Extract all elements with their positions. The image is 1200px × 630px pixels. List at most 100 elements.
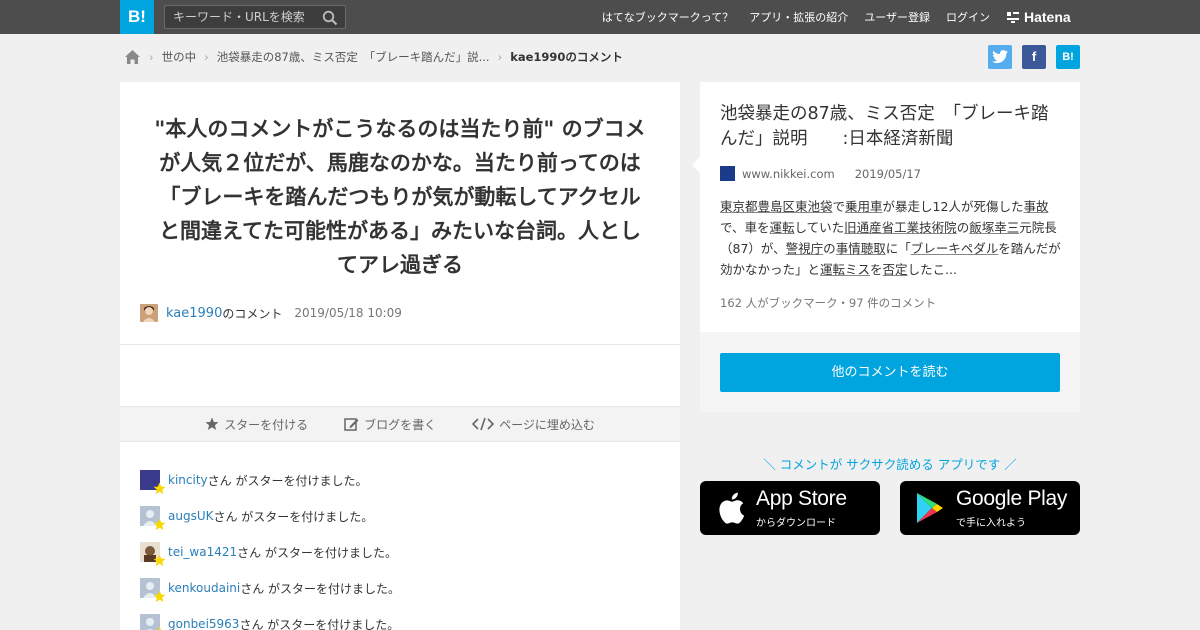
home-icon[interactable] [124, 49, 141, 65]
app-store-badge[interactable]: App Store からダウンロード [700, 481, 880, 535]
star-icon [205, 417, 219, 430]
nav-register[interactable]: ユーザー登録 [864, 9, 930, 25]
breadcrumb-entry[interactable]: 池袋暴走の87歳、ミス否定 「ブレーキ踏んだ」説... [217, 49, 490, 65]
card-pointer [692, 156, 701, 174]
star-user-link[interactable]: kenkoudaini [168, 581, 240, 595]
write-blog-label: ブログを書く [364, 417, 437, 432]
nav-login[interactable]: ログイン [946, 9, 990, 25]
share-buttons: f B! [988, 45, 1080, 69]
keyword-link[interactable]: 警視庁 [786, 241, 824, 256]
chevron-right-icon: › [149, 50, 154, 64]
search-input[interactable] [173, 9, 318, 25]
hatebu-logo[interactable]: B! [120, 0, 154, 34]
star-icon [153, 590, 166, 603]
add-star-label: スターを付ける [224, 417, 309, 432]
summary-text: の [956, 220, 970, 235]
star-row: tei_wa1421 さん がスターを付けました。 [140, 534, 660, 570]
twitter-share-button[interactable] [988, 45, 1012, 69]
facebook-share-button[interactable]: f [1022, 45, 1046, 69]
keyword-link[interactable]: 運転 [770, 220, 795, 235]
write-blog-button[interactable]: ブログを書く [344, 416, 436, 433]
entry-title[interactable]: 池袋暴走の87歳、ミス否定 「ブレーキ踏んだ」説明 :日本経済新聞 [720, 102, 1065, 152]
breadcrumb: › 世の中 › 池袋暴走の87歳、ミス否定 「ブレーキ踏んだ」説... › ka… [124, 46, 623, 68]
keyword-link[interactable]: 乗用車 [845, 199, 883, 214]
keyword-link[interactable]: ブレーキペダル [911, 241, 999, 256]
app-store-title: App Store [756, 487, 847, 510]
star-user-avatar[interactable] [140, 614, 161, 630]
top-bar: B! はてなブックマークって？ アプリ・拡張の紹介 ユーザー登録 ログイン Ha… [0, 0, 1200, 34]
add-star-button[interactable]: スターを付ける [205, 416, 308, 433]
star-user-avatar[interactable] [140, 578, 166, 603]
google-play-title: Google Play [956, 487, 1068, 510]
comment-user-suffix: のコメント [222, 306, 283, 321]
hatena-mark-icon [1007, 12, 1019, 23]
comment-user-link[interactable]: kae1990 [166, 306, 222, 321]
star-user-link[interactable]: tei_wa1421 [168, 545, 237, 559]
hatebu-share-button[interactable]: B! [1056, 45, 1080, 69]
comment-date[interactable]: 2019/05/18 10:09 [294, 306, 402, 320]
summary-text: の [823, 241, 836, 256]
entry-site: www.nikkei.com 2019/05/17 [720, 166, 921, 181]
user-avatar[interactable] [140, 304, 158, 322]
star-suffix: さん がスターを付けました。 [207, 473, 368, 488]
search-box [164, 5, 346, 29]
search-icon[interactable] [322, 10, 338, 26]
keyword-link[interactable]: 事情聴取 [836, 241, 886, 256]
apple-icon [719, 492, 745, 524]
star-row: kenkoudaini さん がスターを付けました。 [140, 570, 660, 606]
embed-label: ページに埋め込む [499, 417, 595, 432]
keyword-link[interactable]: 飯塚幸三 [969, 220, 1019, 235]
star-icon [153, 518, 166, 531]
app-promo-text: ＼ コメントが サクサク読める アプリです ／ [763, 457, 1017, 472]
comment-card: "本人のコメントがこうなるのは当たり前" のブコメが人気２位だが、馬鹿なのかな。… [120, 82, 680, 630]
top-nav: はてなブックマークって？ アプリ・拡張の紹介 ユーザー登録 ログイン [602, 0, 990, 34]
star-user-link[interactable]: augsUK [168, 509, 213, 523]
star-icon [158, 626, 161, 630]
facebook-icon: f [1031, 49, 1037, 64]
keyword-link[interactable]: 東京都豊島区東池袋 [720, 199, 833, 214]
google-play-badge[interactable]: Google Play で手に入れよう [900, 481, 1080, 535]
read-comments-button[interactable]: 他のコメントを読む [720, 353, 1060, 392]
summary-text: が暴走し12人が死傷した [882, 199, 1024, 214]
entry-date: 2019/05/17 [854, 166, 921, 181]
action-bar: スターを付ける ブログを書く ページに埋め込む [120, 406, 680, 442]
breadcrumb-category[interactable]: 世の中 [162, 49, 197, 65]
embed-button[interactable]: ページに埋め込む [472, 416, 595, 433]
breadcrumb-current: kae1990のコメント [510, 50, 623, 64]
star-suffix: さん がスターを付けました。 [213, 509, 374, 524]
star-list: kincity さん がスターを付けました。 augsUK さん がスターを付け… [140, 462, 660, 630]
edit-icon [344, 417, 359, 431]
star-row: gonbei5963 さん がスターを付けました。 [140, 606, 660, 630]
divider [120, 344, 680, 345]
comment-text: "本人のコメントがこうなるのは当たり前" のブコメが人気２位だが、馬鹿なのかな。… [154, 117, 646, 277]
summary-text: を [870, 262, 883, 277]
summary-text: していた [794, 220, 845, 235]
hatebu-icon: B! [1062, 51, 1074, 63]
hatena-logo[interactable]: Hatena [1006, 8, 1071, 26]
entry-summary: 東京都豊島区東池袋で乗用車が暴走し12人が死傷した事故で、車を運転していた旧通産… [720, 196, 1062, 280]
keyword-link[interactable]: 否定 [883, 262, 908, 277]
google-play-subtitle: で手に入れよう [956, 518, 1026, 529]
star-user-avatar[interactable] [140, 470, 166, 495]
star-user-avatar[interactable] [140, 542, 166, 567]
code-icon [472, 417, 495, 431]
keyword-link[interactable]: 事故 [1023, 199, 1048, 214]
star-user-link[interactable]: kincity [168, 473, 208, 487]
star-user-link[interactable]: gonbei5963 [168, 617, 239, 630]
entry-site-domain[interactable]: www.nikkei.com [742, 167, 835, 181]
bookmark-count[interactable]: 162 人がブックマーク・97 件のコメント [720, 295, 936, 311]
star-suffix: さん がスターを付けました。 [237, 545, 397, 560]
chevron-right-icon: › [497, 50, 503, 64]
summary-text: に「 [885, 241, 911, 256]
keyword-link[interactable]: 運転ミス [820, 262, 870, 277]
entry-card: 池袋暴走の87歳、ミス否定 「ブレーキ踏んだ」説明 :日本経済新聞 www.ni… [692, 82, 1080, 412]
star-row: augsUK さん がスターを付けました。 [140, 498, 660, 534]
keyword-link[interactable]: 旧通産省工業技術院 [844, 220, 957, 235]
read-more-area: 他のコメントを読む [700, 332, 1080, 412]
star-user-avatar[interactable] [140, 506, 166, 531]
summary-text: で [832, 199, 846, 214]
star-suffix: さん がスターを付けました。 [240, 581, 401, 596]
nav-about[interactable]: はてなブックマークって？ [602, 9, 733, 25]
chevron-right-icon: › [204, 50, 209, 64]
nav-apps[interactable]: アプリ・拡張の紹介 [749, 9, 848, 25]
